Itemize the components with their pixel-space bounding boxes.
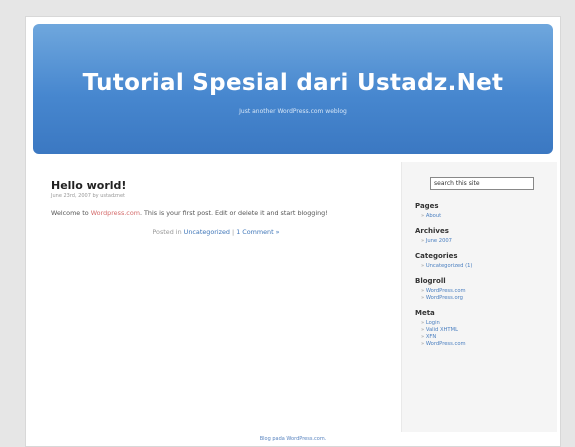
post-body: Welcome to Wordpress.com. This is your f… (51, 209, 381, 218)
widget-link[interactable]: WordPress.com (421, 341, 550, 348)
post-meta: June 23rd, 2007 by ustadznet (51, 193, 125, 199)
widget-link[interactable]: June 2007 (421, 238, 550, 245)
widget-list: WordPress.comWordPress.org (415, 288, 550, 302)
search-input[interactable] (430, 177, 534, 190)
page-container: Tutorial Spesial dari Ustadz.Net Just an… (25, 16, 561, 447)
widget-title: Pages (415, 202, 439, 210)
sidebar-widgets: Pages About Archives June 2007 Categories Unc… (415, 202, 550, 355)
main-content: Hello world! June 23rd, 2007 by ustadzne… (51, 179, 391, 236)
post-body-text-end: . This is your first post. Edit or delet… (139, 209, 328, 217)
widget-title: Archives (415, 227, 449, 235)
category-link[interactable]: Uncategorized (184, 228, 230, 236)
widget-link[interactable]: Valid XHTML (421, 327, 550, 334)
widget-link[interactable]: XFN (421, 334, 550, 341)
widget-archives: Archives June 2007 (415, 227, 550, 245)
widget-pages: Pages About (415, 202, 550, 220)
widget-link[interactable]: WordPress.org (421, 295, 550, 302)
widget-link[interactable]: Uncategorized (1) (421, 263, 550, 270)
blog-header: Tutorial Spesial dari Ustadz.Net Just an… (33, 24, 553, 154)
widget-list: LoginValid XHTMLXFNWordPress.com (415, 320, 550, 348)
posted-in-label: Posted in (152, 228, 184, 236)
footer-text[interactable]: Blog pada WordPress.com. (26, 436, 560, 442)
comments-link[interactable]: 1 Comment » (236, 228, 279, 236)
wordpress-link[interactable]: Wordpress.com (91, 209, 140, 217)
blog-description: Just another WordPress.com weblog (239, 108, 347, 115)
widget-meta: Meta LoginValid XHTMLXFNWordPress.com (415, 309, 550, 348)
widget-title: Meta (415, 309, 435, 317)
widget-link[interactable]: WordPress.com (421, 288, 550, 295)
widget-title: Blogroll (415, 277, 446, 285)
widget-list: About (415, 213, 550, 220)
widget-link[interactable]: About (421, 213, 550, 220)
blog-title[interactable]: Tutorial Spesial dari Ustadz.Net (33, 70, 553, 96)
post-body-text: Welcome to (51, 209, 91, 217)
post-title[interactable]: Hello world! (51, 179, 391, 192)
sidebar: Pages About Archives June 2007 Categories Unc… (401, 162, 557, 432)
post-footer: Posted in Uncategorized | 1 Comment » (51, 228, 381, 236)
widget-list: June 2007 (415, 238, 550, 245)
widget-link[interactable]: Login (421, 320, 550, 327)
widget-categories: Categories Uncategorized (1) (415, 252, 550, 270)
widget-title: Categories (415, 252, 458, 260)
widget-blogroll: Blogroll WordPress.comWordPress.org (415, 277, 550, 302)
widget-list: Uncategorized (1) (415, 263, 550, 270)
